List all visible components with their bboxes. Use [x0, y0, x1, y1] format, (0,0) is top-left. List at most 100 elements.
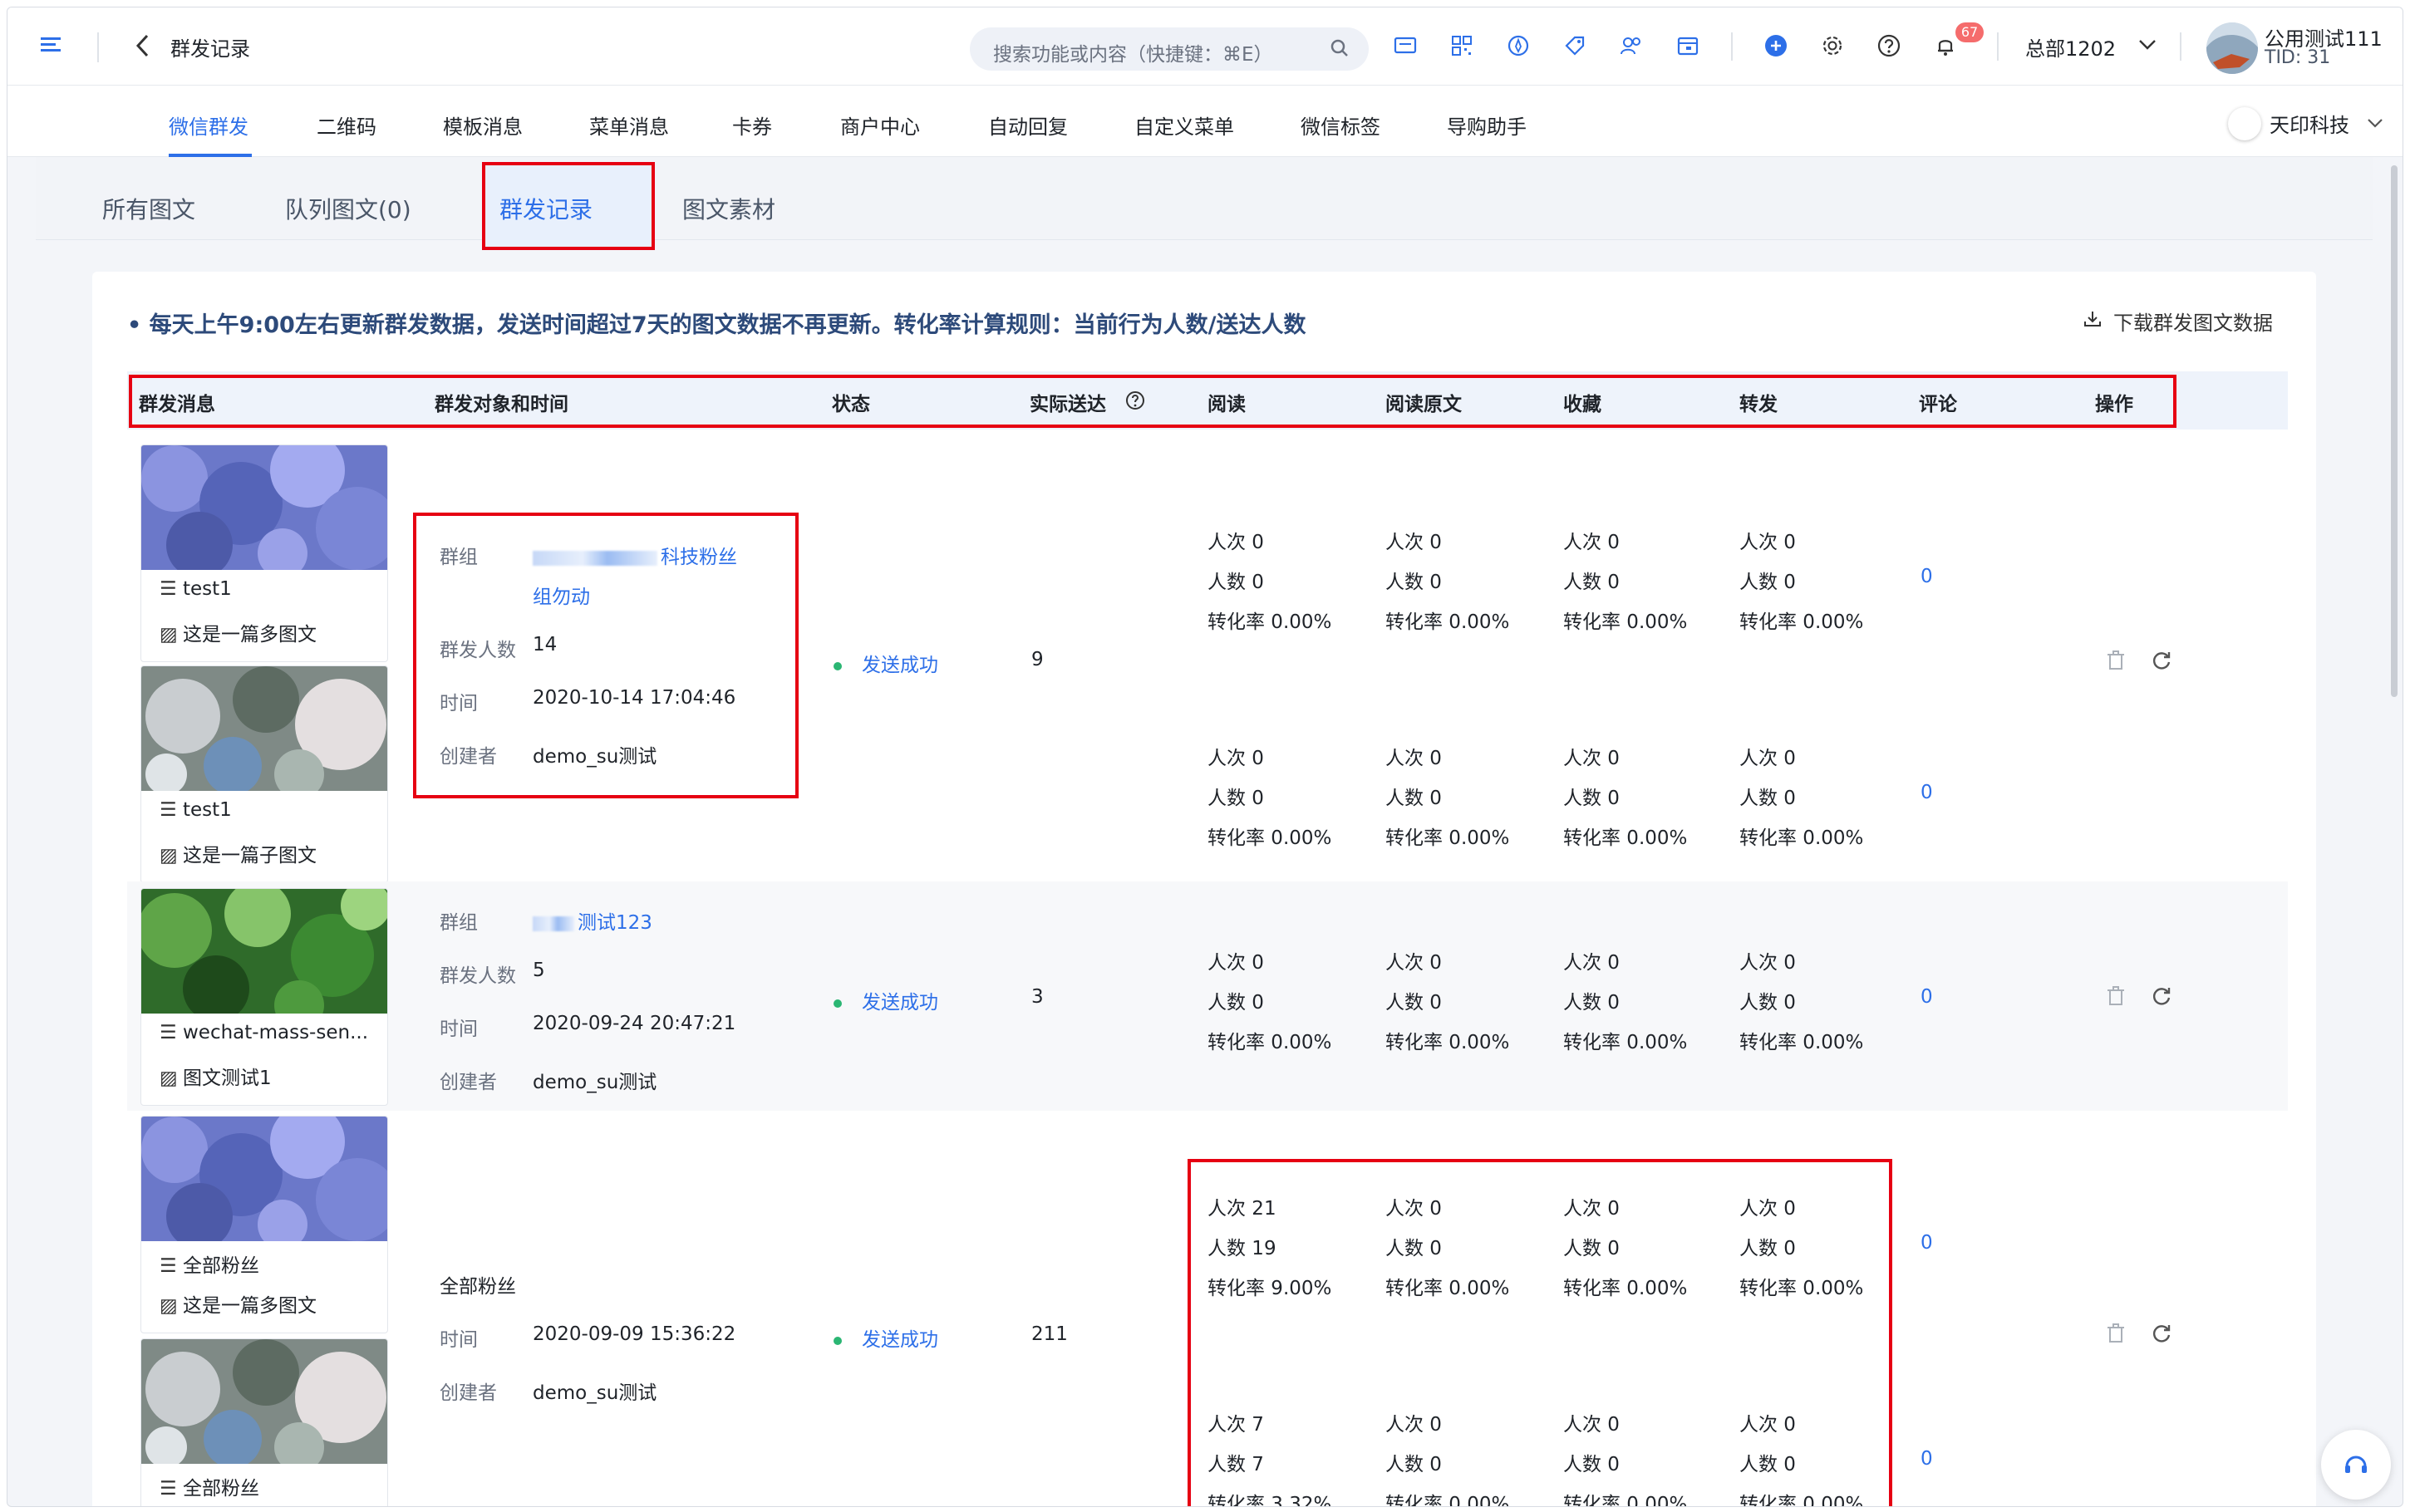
screen-icon[interactable] [1392, 32, 1419, 59]
read-times: 人次 0 [1207, 952, 1264, 974]
menu-icon[interactable] [39, 32, 64, 57]
page-title: 群发记录 [170, 37, 250, 61]
customer-service-button[interactable] [2321, 1430, 2391, 1500]
status-dot [834, 999, 842, 1008]
share-people: 人数 0 [1739, 1238, 1796, 1259]
nav-merchant-center[interactable]: 商户中心 [840, 110, 920, 140]
article-cover-image [141, 1339, 387, 1464]
users-icon[interactable] [1618, 32, 1645, 59]
help-icon[interactable] [1876, 32, 1902, 59]
list-icon: ☰ [160, 1478, 177, 1500]
nav-cards[interactable]: 卡券 [732, 110, 772, 140]
main-nav: 微信群发 二维码 模板消息 菜单消息 卡券 商户中心 自动回复 自定义菜单 微信… [7, 86, 2403, 157]
article-card[interactable]: ☰ test1 ▨ 这是一篇子图文 [140, 665, 388, 883]
article-card[interactable]: ☰ test1 ▨ 这是一篇多图文 [140, 444, 388, 662]
broadcast-count: 5 [533, 960, 545, 981]
read-people: 人数 19 [1207, 1238, 1276, 1259]
send-time: 2020-09-24 20:47:21 [533, 1013, 736, 1034]
group-name[interactable]: 测试123 [533, 906, 652, 935]
bell-icon[interactable] [1932, 32, 1959, 59]
comment-count[interactable]: 0 [1921, 1448, 1933, 1470]
qrcode-icon[interactable] [1448, 32, 1475, 59]
tab-all-articles[interactable]: 所有图文 [102, 192, 195, 225]
creator: demo_su测试 [533, 746, 657, 768]
nav-shopping-assistant[interactable]: 导购助手 [1447, 110, 1527, 140]
tab-broadcast-records[interactable]: 群发记录 [499, 192, 593, 225]
nav-custom-menu[interactable]: 自定义菜单 [1134, 110, 1234, 140]
tab-queue-articles[interactable]: 队列图文(0) [285, 192, 411, 225]
nav-wechat-broadcast[interactable]: 微信群发 [169, 110, 248, 140]
col-read-original: 阅读原文 [1385, 394, 1462, 415]
nav-menu-message[interactable]: 菜单消息 [589, 110, 669, 140]
tab-article-materials[interactable]: 图文素材 [682, 192, 775, 225]
nav-template-message[interactable]: 模板消息 [443, 110, 523, 140]
article-title: ☰ 全部粉丝 [160, 1255, 259, 1277]
original-people: 人数 0 [1385, 992, 1442, 1014]
table-row: ☰ test1 ▨ 这是一篇多图文 ☰ test1 ▨ 这是一篇子图文 群组 科技粉丝 … [127, 438, 2288, 883]
article-card[interactable]: ☰ 全部粉丝 [140, 1338, 388, 1506]
download-data-link[interactable]: 下载群发图文数据 [2113, 307, 2273, 336]
original-people: 人数 0 [1385, 788, 1442, 809]
delete-icon[interactable] [2105, 984, 2127, 1008]
share-people: 人数 0 [1739, 1454, 1796, 1475]
refresh-icon[interactable] [2150, 1322, 2173, 1345]
share-times: 人次 0 [1739, 1198, 1796, 1220]
comment-count[interactable]: 0 [1921, 782, 1933, 803]
original-rate: 转化率 0.00% [1385, 827, 1510, 849]
article-cover-image [141, 889, 387, 1014]
fav-people: 人数 0 [1563, 788, 1620, 809]
original-rate: 转化率 0.00% [1385, 1494, 1510, 1507]
group-name-line2[interactable]: 组勿动 [533, 581, 590, 609]
share-rate: 转化率 0.00% [1739, 611, 1864, 633]
send-time: 2020-10-14 17:04:46 [533, 687, 736, 709]
app-window: 群发记录 搜索功能或内容（快捷键：⌘E） 67 总部1202 公用测试111 T… [7, 7, 2403, 1507]
comment-count[interactable]: 0 [1921, 1232, 1933, 1254]
refresh-icon[interactable] [2150, 649, 2173, 672]
time-label: 时间 [440, 1019, 478, 1040]
chevron-down-icon[interactable] [2366, 114, 2384, 132]
fav-rate: 转化率 0.00% [1563, 827, 1688, 849]
article-card[interactable]: ☰ 全部粉丝 ▨ 这是一篇多图文 [140, 1116, 388, 1333]
add-circle-icon[interactable] [1763, 32, 1789, 59]
tag-icon[interactable] [1562, 32, 1588, 59]
list-icon: ☰ [160, 1022, 177, 1043]
delete-icon[interactable] [2105, 1322, 2127, 1345]
creator-label: 创建者 [440, 1382, 497, 1404]
calendar-icon[interactable] [1675, 32, 1701, 59]
chevron-down-icon[interactable] [2137, 34, 2158, 56]
brand-logo[interactable] [2228, 107, 2261, 140]
original-times: 人次 0 [1385, 1414, 1442, 1436]
search-icon[interactable] [1329, 37, 1350, 59]
brand-name[interactable]: 天印科技 [2270, 109, 2349, 138]
read-people: 人数 0 [1207, 572, 1264, 593]
scrollbar[interactable] [2391, 165, 2398, 697]
download-icon[interactable] [2082, 308, 2103, 330]
image-icon: ▨ [160, 624, 178, 646]
delete-icon[interactable] [2105, 649, 2127, 672]
creator-label: 创建者 [440, 1072, 497, 1093]
avatar[interactable] [2206, 22, 2258, 74]
nav-auto-reply[interactable]: 自动回复 [988, 110, 1068, 140]
nav-qrcode[interactable]: 二维码 [317, 110, 376, 140]
share-rate: 转化率 0.00% [1739, 1494, 1864, 1507]
share-rate: 转化率 0.00% [1739, 827, 1864, 849]
status-dot [834, 1336, 842, 1345]
comment-count[interactable]: 0 [1921, 986, 1933, 1008]
col-target-time: 群发对象和时间 [435, 394, 568, 415]
article-card[interactable]: ☰ wechat-mass-sen... ▨ 图文测试1 [140, 888, 388, 1106]
comment-count[interactable]: 0 [1921, 566, 1933, 587]
fav-times: 人次 0 [1563, 1198, 1620, 1220]
question-icon[interactable] [1124, 390, 1146, 411]
settings-gear-icon[interactable] [1819, 32, 1846, 59]
broadcast-target: 全部粉丝 [440, 1276, 516, 1298]
fav-rate: 转化率 0.00% [1563, 1494, 1688, 1507]
group-name[interactable]: 科技粉丝 [533, 541, 737, 569]
fav-people: 人数 0 [1563, 1238, 1620, 1259]
nav-wechat-tags[interactable]: 微信标签 [1301, 110, 1380, 140]
back-arrow-icon[interactable] [132, 31, 154, 61]
refresh-icon[interactable] [2150, 984, 2173, 1008]
compass-icon[interactable] [1505, 32, 1532, 59]
article-cover-image [141, 666, 387, 791]
search-input[interactable]: 搜索功能或内容（快捷键：⌘E） [970, 27, 1369, 71]
org-selector[interactable]: 总部1202 [2025, 32, 2116, 61]
